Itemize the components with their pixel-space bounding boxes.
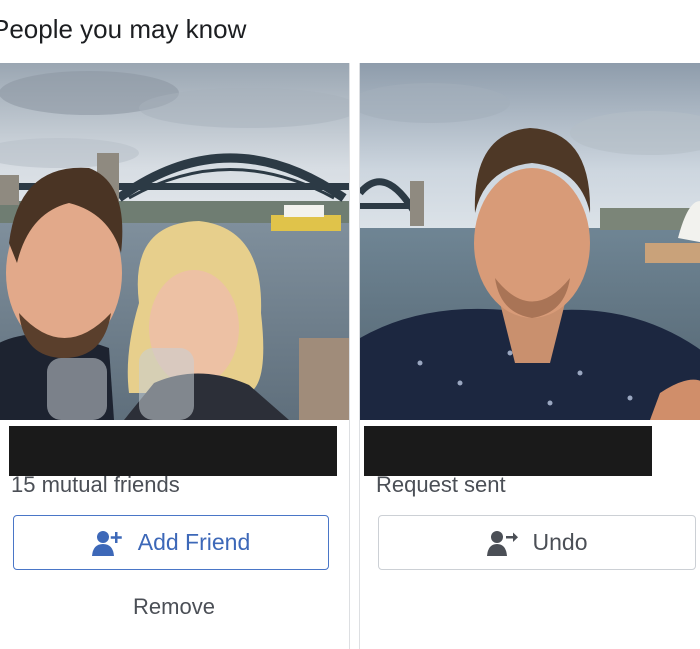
request-status: Request sent bbox=[376, 472, 506, 497]
redacted-name-bar bbox=[364, 426, 652, 476]
undo-label: Undo bbox=[532, 529, 588, 555]
undo-request-icon bbox=[486, 529, 519, 557]
add-friend-icon bbox=[91, 529, 124, 557]
suggestion-card-2: Request sent Undo bbox=[359, 63, 700, 649]
suggestion-card-1: 15 mutual friends Add Friend Remove bbox=[0, 63, 350, 649]
mutual-friends-count: 15 mutual friends bbox=[11, 472, 180, 497]
add-friend-button[interactable]: Add Friend bbox=[13, 515, 329, 570]
redacted-name-bar bbox=[9, 426, 337, 476]
undo-button[interactable]: Undo bbox=[378, 515, 696, 570]
profile-photo[interactable] bbox=[360, 63, 700, 420]
add-friend-label: Add Friend bbox=[137, 529, 251, 555]
remove-button[interactable]: Remove bbox=[0, 594, 349, 620]
profile-photo[interactable] bbox=[0, 63, 349, 420]
section-title: People you may know bbox=[0, 14, 247, 44]
